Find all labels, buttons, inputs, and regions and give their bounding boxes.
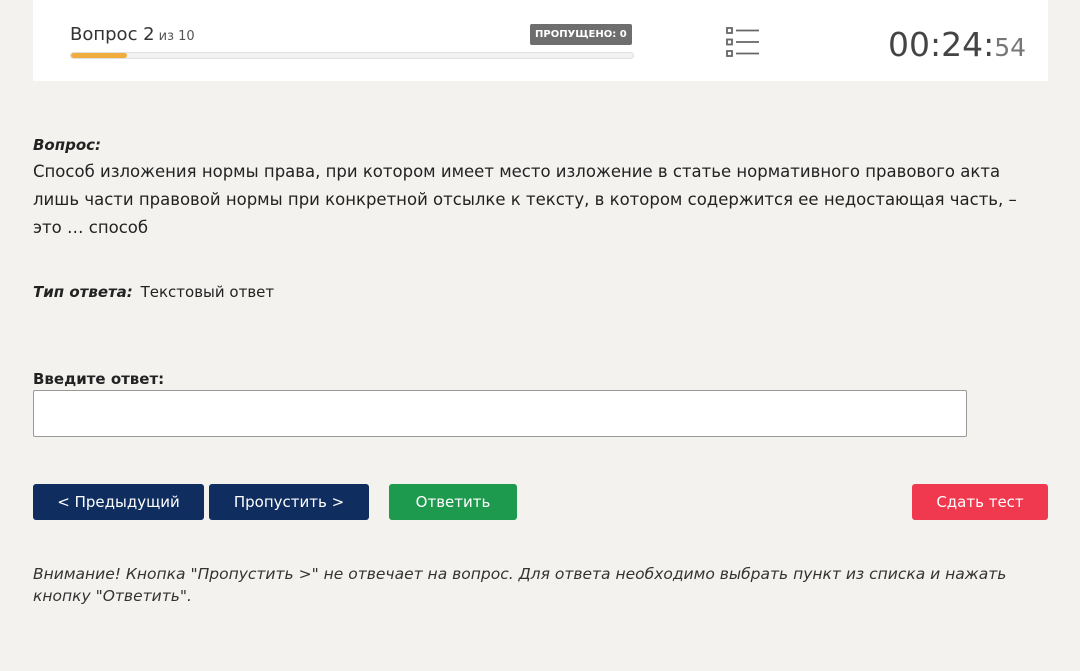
answer-button[interactable]: Ответить	[389, 484, 517, 520]
submit-test-button[interactable]: Сдать тест	[912, 484, 1048, 520]
skipped-badge: ПРОПУЩЕНО: 0	[530, 24, 632, 45]
timer-main: 00:24:	[887, 25, 995, 64]
answer-type-label: Тип ответа:	[33, 283, 133, 301]
question-number: Вопрос 2	[70, 24, 155, 45]
progress-fill	[71, 53, 128, 58]
skip-button[interactable]: Пропустить >	[209, 484, 369, 520]
answer-input[interactable]	[33, 390, 967, 437]
quiz-header: Вопрос 2 из 10 ПРОПУЩЕНО: 0 00:24:54	[33, 0, 1048, 81]
answer-input-label: Введите ответ:	[33, 370, 165, 388]
progress-bar	[70, 52, 634, 59]
question-label: Вопрос:	[33, 136, 102, 154]
question-counter: Вопрос 2 из 10	[70, 24, 195, 45]
question-total: из 10	[158, 29, 195, 44]
list-icon[interactable]	[726, 26, 760, 58]
previous-button[interactable]: < Предыдущий	[33, 484, 204, 520]
answer-type-value: Текстовый ответ	[140, 283, 275, 301]
question-text: Способ изложения нормы права, при которо…	[33, 162, 1017, 237]
timer: 00:24:54	[888, 25, 1026, 64]
timer-seconds: 54	[994, 33, 1026, 62]
notice-text: Внимание! Кнопка "Пропустить >" не отвеч…	[33, 565, 1007, 605]
answer-type: Тип ответа: Текстовый ответ	[33, 283, 274, 301]
